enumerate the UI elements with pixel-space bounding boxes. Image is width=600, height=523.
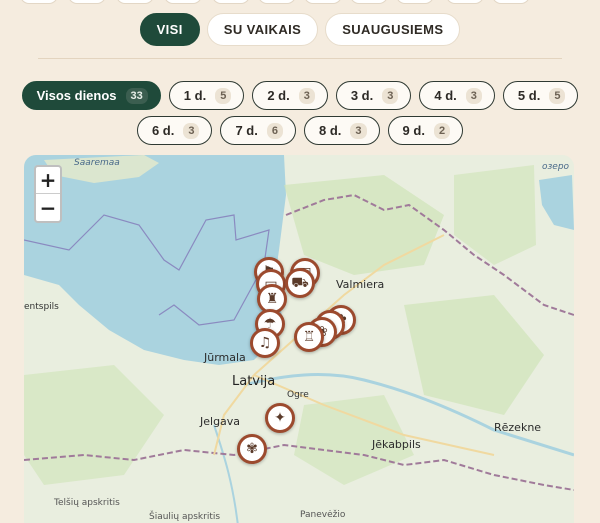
day-label: 6 d. [151,123,175,138]
event-pin[interactable]: ⛟ [285,268,315,298]
day-label: 7 d. [235,123,258,138]
day-2-button[interactable]: 2 d. 3 [252,81,328,110]
day-count-badge: 3 [382,87,399,104]
day-count-badge: 5 [549,87,566,104]
rose-icon: ✾ [246,441,258,457]
event-pin[interactable]: ✦ [265,403,295,433]
zoom-in-button[interactable]: + [36,167,60,194]
day-count-badge: 2 [433,122,451,139]
map-label-siauliu: Šiaulių apskritis [149,512,221,522]
event-pin[interactable]: ✾ [237,434,267,464]
top-pill[interactable] [304,0,342,4]
day-filter-row: 6 d. 3 7 d. 6 8 d. 3 9 d. 2 [0,116,600,145]
top-pill[interactable] [396,0,434,4]
top-pill[interactable] [258,0,296,4]
top-pill[interactable] [116,0,154,4]
day-count-badge: 3 [350,122,367,139]
day-label: 4 d. [434,88,457,103]
day-1-button[interactable]: 1 d. 5 [168,81,245,110]
day-label: 8 d. [319,123,342,138]
map-label-jekabpils: Jēkabpils [372,438,421,451]
dove-icon: ✦ [274,410,286,426]
audience-children-button[interactable]: SU VAIKAIS [206,13,319,46]
map-label-valmiera: Valmiera [336,278,385,291]
map-label-latvija: Latvija [232,374,276,389]
day-count-badge: 5 [215,87,232,104]
map-label-saaremaa: Saaremaa [74,158,120,168]
day-label: 3 d. [350,88,374,103]
day-label: Visos dienos [36,88,117,103]
day-count-badge: 3 [465,87,482,104]
day-7-button[interactable]: 7 d. 6 [220,116,296,145]
map-label-telsiu: Telšių apskritis [54,498,120,508]
day-5-button[interactable]: 5 d. 5 [502,81,579,110]
top-pill[interactable] [68,0,106,4]
truck-icon: ⛟ [291,275,309,291]
map-label-rezekne: Rēzekne [494,421,542,434]
day-4-button[interactable]: 4 d. 3 [419,81,495,110]
top-pill[interactable] [492,0,530,4]
bell-icon: ♫ [258,335,272,351]
divider [38,58,562,59]
map-label-ventspils: entspils [24,302,59,312]
zoom-out-button[interactable]: − [36,194,60,221]
map-label-ozero: озеро [542,162,570,172]
day-count-badge: 33 [125,87,148,104]
top-pill[interactable] [350,0,388,4]
day-count-badge: 3 [298,87,315,104]
audience-all-button[interactable]: VISI [139,13,200,46]
day-6-button[interactable]: 6 d. 3 [136,116,213,145]
day-3-button[interactable]: 3 d. 3 [335,81,412,110]
map-label-jelgava: Jelgava [200,415,241,428]
day-label: 2 d. [267,88,290,103]
day-count-badge: 3 [183,122,200,139]
top-pill[interactable] [212,0,250,4]
day-9-button[interactable]: 9 d. 2 [387,116,464,145]
top-filter-strip [0,0,600,4]
audience-adults-button[interactable]: SUAUGUSIEMS [325,13,461,46]
zoom-control: + − [34,165,62,223]
day-count-badge: 6 [266,122,283,139]
map-label-ogre: Ogre [287,390,309,400]
day-label: 5 d. [517,88,541,103]
day-8-button[interactable]: 8 d. 3 [304,116,380,145]
event-pin[interactable]: ♫ [250,328,280,358]
day-label: 1 d. [183,88,207,103]
top-pill[interactable] [164,0,202,4]
event-pin[interactable]: ♖ [294,322,324,352]
top-pill[interactable] [446,0,484,4]
top-pill[interactable] [20,0,58,4]
day-all-button[interactable]: Visos dienos 33 [21,81,161,110]
top-hat-icon: ♜ [265,291,279,307]
map-label-panevezio: Panevėžio [300,510,346,520]
audience-filter: VISI SU VAIKAIS SUAUGUSIEMS [0,13,600,46]
map-label-jurmala: Jūrmala [204,351,246,364]
day-label: 9 d. [402,123,425,138]
chair-icon: ♖ [302,329,316,345]
day-filter-row: Visos dienos 33 1 d. 5 2 d. 3 3 d. 3 4 d… [0,81,600,110]
map[interactable]: + − Saaremaa entspils Jūrmala Latvija Og… [24,155,574,523]
